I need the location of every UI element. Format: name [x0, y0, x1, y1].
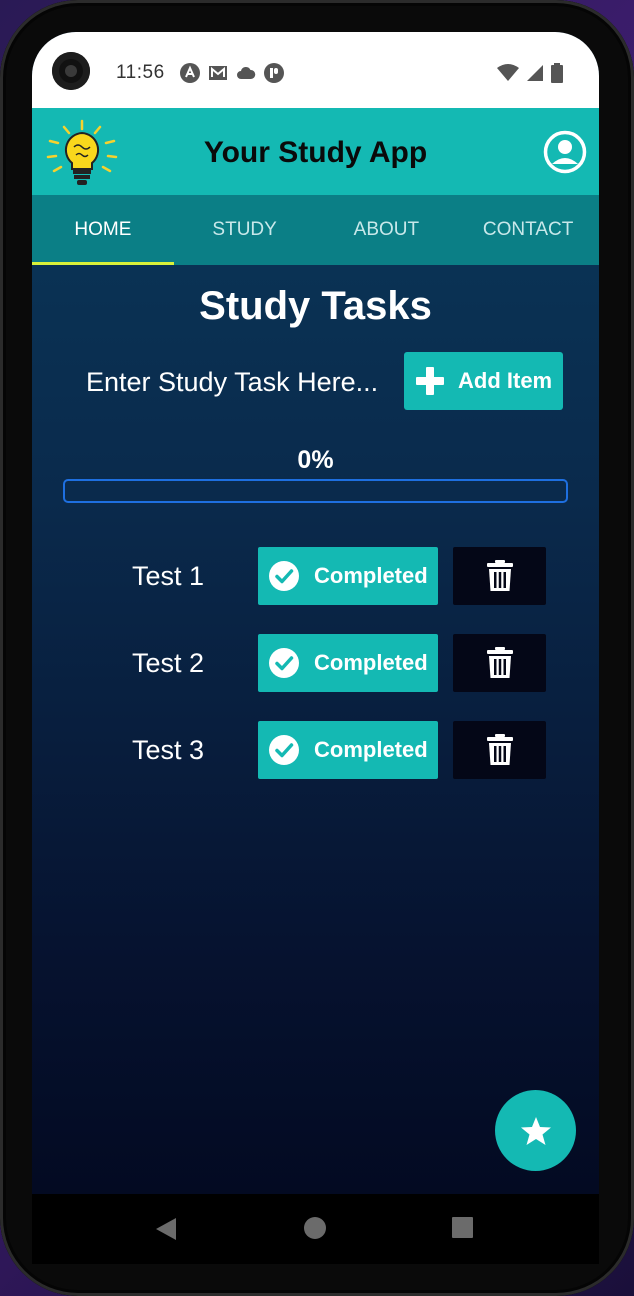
- home-icon[interactable]: [304, 1217, 326, 1239]
- star-icon: [520, 1116, 551, 1145]
- task-name: Test 1: [132, 561, 205, 591]
- check-circle-icon: [269, 561, 299, 591]
- system-nav-bar: [32, 1194, 599, 1264]
- battery-icon: [551, 63, 563, 83]
- page-title: Study Tasks: [199, 284, 432, 328]
- screen: 11:56 Your Study App HOME STUDY ABOUT CO…: [32, 32, 599, 1194]
- list-item: Test 3 Completed: [32, 721, 599, 808]
- wifi-icon: [497, 64, 519, 81]
- delete-button[interactable]: [453, 547, 546, 605]
- recents-icon[interactable]: [452, 1217, 473, 1238]
- app-bar: Your Study App: [32, 108, 599, 195]
- tab-study[interactable]: STUDY: [174, 195, 316, 265]
- mail-icon: [209, 66, 227, 80]
- tab-about[interactable]: ABOUT: [316, 195, 458, 265]
- trash-icon: [486, 647, 513, 678]
- list-item: Test 2 Completed: [32, 634, 599, 721]
- delete-button[interactable]: [453, 634, 546, 692]
- check-circle-icon: [269, 648, 299, 678]
- list-item: Test 1 Completed: [32, 547, 599, 634]
- status-time: 11:56: [116, 62, 165, 83]
- tab-home[interactable]: HOME: [32, 195, 174, 265]
- completed-label: Completed: [314, 563, 428, 588]
- add-item-button[interactable]: Add Item: [404, 352, 563, 410]
- app-title: Your Study App: [203, 136, 428, 169]
- signal-icon: [527, 65, 543, 81]
- phone-frame: 11:56 Your Study App HOME STUDY ABOUT CO…: [0, 0, 634, 1296]
- t-app-icon: [264, 63, 284, 83]
- completed-button[interactable]: Completed: [258, 721, 438, 779]
- system-icons: [497, 63, 563, 83]
- tab-bar: HOME STUDY ABOUT CONTACT: [32, 195, 599, 265]
- task-name: Test 2: [132, 648, 205, 678]
- progress-label: 0%: [297, 446, 334, 474]
- back-icon[interactable]: [155, 1217, 177, 1241]
- status-bar: 11:56: [32, 32, 599, 108]
- completed-button[interactable]: Completed: [258, 634, 438, 692]
- a-app-icon: [180, 63, 200, 83]
- plus-icon: [416, 367, 444, 395]
- tab-contact[interactable]: CONTACT: [457, 195, 599, 265]
- task-list: Test 1 Completed Test 2 Completed Test 3…: [32, 547, 599, 808]
- notification-icons: [180, 63, 284, 83]
- trash-icon: [486, 560, 513, 591]
- progress-bar: [63, 479, 568, 503]
- completed-label: Completed: [314, 650, 428, 675]
- trash-icon: [486, 734, 513, 765]
- front-camera: [52, 52, 90, 90]
- favorite-fab[interactable]: [495, 1090, 576, 1171]
- task-input[interactable]: [86, 362, 402, 402]
- cloud-icon: [237, 66, 256, 79]
- add-item-label: Add Item: [458, 368, 553, 393]
- account-circle-icon[interactable]: [543, 130, 587, 174]
- completed-label: Completed: [314, 737, 428, 762]
- check-circle-icon: [269, 735, 299, 765]
- task-name: Test 3: [132, 735, 205, 765]
- completed-button[interactable]: Completed: [258, 547, 438, 605]
- delete-button[interactable]: [453, 721, 546, 779]
